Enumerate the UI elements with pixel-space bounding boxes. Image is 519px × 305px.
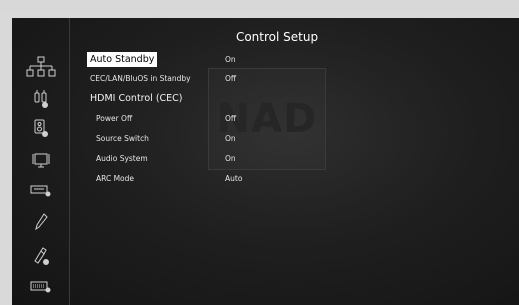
setting-power-off[interactable]: Power Off Off (12, 112, 519, 126)
top-bar (0, 0, 519, 12)
setting-label: Auto Standby (87, 52, 158, 67)
section-label: HDMI Control (CEC) (90, 93, 183, 104)
sidebar-item-tools[interactable] (12, 245, 69, 267)
sidebar-item-pen[interactable] (12, 211, 69, 233)
setting-label: Source Switch (96, 134, 149, 143)
control-setup-screen: NAD Control Setup Auto Standby On CEC/LA… (12, 18, 519, 305)
setting-arc-mode[interactable]: ARC Mode Auto (12, 172, 519, 186)
setting-label: CEC/LAN/BluOS in Standby (90, 74, 191, 83)
tools-icon (33, 247, 49, 265)
setting-value: On (225, 154, 236, 163)
pen-icon (34, 213, 48, 231)
setting-value: On (225, 55, 236, 64)
setting-audio-system[interactable]: Audio System On (12, 152, 519, 166)
setting-source-switch[interactable]: Source Switch On (12, 132, 519, 146)
page-title: Control Setup (235, 30, 319, 44)
setting-label: Power Off (96, 114, 133, 123)
setting-value: Off (225, 114, 237, 123)
setting-label: ARC Mode (96, 174, 135, 183)
setting-value: Off (225, 74, 237, 83)
section-hdmi-control: HDMI Control (CEC) (12, 92, 519, 106)
sidebar-item-keyboard[interactable] (12, 275, 69, 297)
setting-cec-lan-bluos-standby[interactable]: CEC/LAN/BluOS in Standby Off (12, 72, 519, 86)
setting-value: Auto (225, 174, 243, 183)
setting-label: Audio System (96, 154, 148, 163)
setting-auto-standby[interactable]: Auto Standby On (12, 52, 519, 67)
keyboard-icon (30, 281, 50, 293)
setting-value: On (225, 134, 236, 143)
